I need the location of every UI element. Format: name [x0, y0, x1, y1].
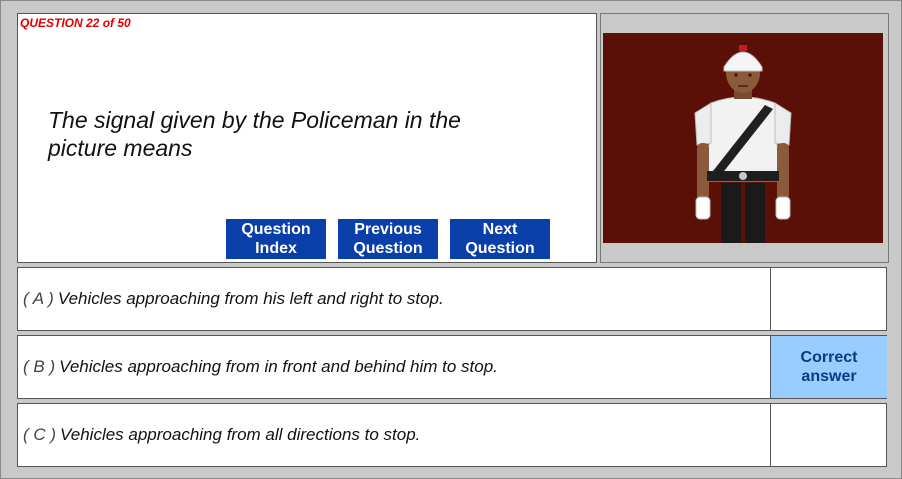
- option-b-letter: ( B ): [23, 357, 56, 376]
- option-a-label: Vehicles approaching from his left and r…: [57, 289, 444, 308]
- option-c-result-cell: [770, 404, 887, 466]
- next-question-button-line2: Question: [465, 240, 535, 257]
- quiz-frame: QUESTION 22 of 50 The signal given by th…: [0, 0, 902, 479]
- option-c-letter: ( C ): [23, 425, 57, 444]
- option-c[interactable]: ( C ) Vehicles approaching from all dire…: [17, 403, 887, 467]
- previous-question-button[interactable]: Previous Question: [338, 219, 438, 259]
- question-number: QUESTION 22 of 50: [20, 16, 131, 30]
- option-c-label: Vehicles approaching from all directions…: [60, 425, 421, 444]
- option-a[interactable]: ( A ) Vehicles approaching from his left…: [17, 267, 887, 331]
- next-question-button[interactable]: Next Question: [450, 219, 550, 259]
- option-b[interactable]: ( B ) Vehicles approaching from in front…: [17, 335, 887, 399]
- correct-answer-line1: Correct: [800, 349, 858, 366]
- question-index-button-line2: Index: [255, 240, 297, 257]
- option-b-label: Vehicles approaching from in front and b…: [59, 357, 498, 376]
- question-text: The signal given by the Policeman in the…: [48, 107, 461, 161]
- option-a-letter: ( A ): [23, 289, 54, 308]
- correct-answer-badge: Correct answer: [770, 336, 887, 398]
- question-index-button-line1: Question: [241, 221, 311, 238]
- option-a-text: ( A ) Vehicles approaching from his left…: [23, 268, 444, 330]
- question-image-panel: [600, 13, 889, 263]
- option-a-result-cell: [770, 268, 887, 330]
- option-b-text: ( B ) Vehicles approaching from in front…: [23, 336, 498, 398]
- traffic-policeman-illustration: [603, 33, 883, 243]
- correct-answer-line2: answer: [801, 368, 857, 385]
- question-index-button[interactable]: Question Index: [226, 219, 326, 259]
- option-c-text: ( C ) Vehicles approaching from all dire…: [23, 404, 420, 466]
- previous-question-button-line2: Question: [353, 240, 423, 257]
- previous-question-button-line1: Previous: [354, 221, 422, 238]
- next-question-button-line1: Next: [482, 221, 518, 238]
- question-panel: QUESTION 22 of 50 The signal given by th…: [17, 13, 597, 263]
